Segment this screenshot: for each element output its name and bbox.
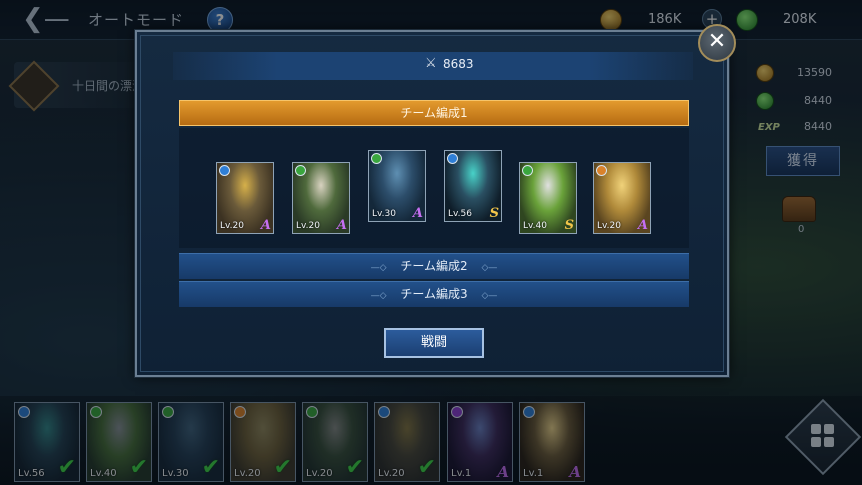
battle-button[interactable]: 戦闘 [384, 328, 484, 358]
team-3-label: チーム編成3 [400, 287, 468, 301]
team-select-dialog: ⚔ 8683 チーム編成1 Lv.20 A Lv.20 A Lv.30 A Lv.56 S Lv… [135, 30, 729, 377]
hero-level: Lv.20 [296, 221, 320, 231]
hero-rank-badge: A [336, 218, 347, 233]
team-hero-card[interactable]: Lv.20 A [292, 162, 350, 234]
element-nature-icon [522, 165, 533, 176]
tab-team-3[interactable]: —◇ チーム編成3 ◇— [179, 281, 689, 307]
hero-level: Lv.40 [523, 221, 547, 231]
line-ornament-icon: ◇— [481, 263, 498, 273]
team-power-bar: ⚔ 8683 [173, 52, 693, 80]
element-water-icon [447, 153, 458, 164]
hero-level: Lv.20 [597, 221, 621, 231]
team-hero-card[interactable]: Lv.56 S [444, 150, 502, 222]
hero-rank-badge: S [564, 218, 574, 233]
line-ornament-icon: —◇ [370, 263, 387, 273]
hero-rank-badge: A [412, 206, 423, 221]
crossed-swords-icon: ⚔ [425, 56, 437, 71]
hero-level: Lv.56 [448, 209, 472, 219]
hero-level: Lv.30 [372, 209, 396, 219]
hero-level: Lv.20 [220, 221, 244, 231]
tab-team-2[interactable]: —◇ チーム編成2 ◇— [179, 253, 689, 279]
close-button[interactable]: ✕ [698, 24, 736, 62]
element-nature-icon [295, 165, 306, 176]
team-hero-card[interactable]: Lv.40 S [519, 162, 577, 234]
element-fire-icon [596, 165, 607, 176]
element-nature-icon [371, 153, 382, 164]
tab-team-1[interactable]: チーム編成1 [179, 100, 689, 126]
team-hero-card[interactable]: Lv.20 A [593, 162, 651, 234]
team-2-label: チーム編成2 [400, 259, 468, 273]
hero-rank-badge: S [489, 206, 499, 221]
team-hero-card[interactable]: Lv.30 A [368, 150, 426, 222]
team-power-value: 8683 [443, 57, 474, 71]
hero-rank-badge: A [260, 218, 271, 233]
team-hero-card[interactable]: Lv.20 A [216, 162, 274, 234]
element-water-icon [219, 165, 230, 176]
line-ornament-icon: —◇ [370, 291, 387, 301]
hero-rank-badge: A [637, 218, 648, 233]
line-ornament-icon: ◇— [481, 291, 498, 301]
